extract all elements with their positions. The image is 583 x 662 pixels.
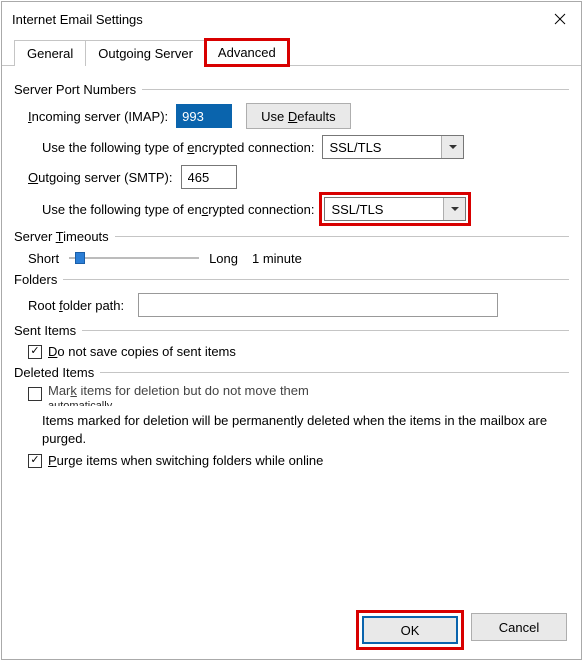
root-folder-input[interactable]	[138, 293, 498, 317]
divider	[100, 372, 569, 373]
row-outgoing-encryption: Use the following type of encrypted conn…	[42, 195, 569, 223]
row-incoming-encryption: Use the following type of encrypted conn…	[42, 135, 569, 159]
use-defaults-button[interactable]: Use Defaults	[246, 103, 350, 129]
dialog-button-row: OK Cancel	[2, 603, 581, 659]
purge-label: Purge items when switching folders while…	[48, 453, 323, 468]
row-incoming-port: Incoming server (IMAP): Use Defaults	[28, 103, 569, 129]
row-timeout-slider: Short Long 1 minute	[28, 250, 569, 266]
group-folders: Folders	[14, 272, 569, 287]
do-not-save-sent-checkbox[interactable]	[28, 345, 42, 359]
window-title: Internet Email Settings	[12, 12, 539, 27]
divider	[115, 236, 569, 237]
group-label: Server Port Numbers	[14, 82, 136, 97]
row-outgoing-port: Outgoing server (SMTP):	[28, 165, 569, 189]
titlebar: Internet Email Settings	[2, 2, 581, 36]
tab-bar: General Outgoing Server Advanced	[2, 36, 581, 66]
slider-thumb[interactable]	[75, 252, 85, 264]
mark-for-deletion-checkbox[interactable]	[28, 387, 42, 401]
highlight-box: OK	[359, 613, 461, 647]
highlight-box: SSL/TLS	[322, 195, 468, 223]
group-label: Deleted Items	[14, 365, 94, 380]
group-sent-items: Sent Items	[14, 323, 569, 338]
outgoing-server-label: Outgoing server (SMTP):	[28, 170, 173, 185]
incoming-encryption-label: Use the following type of encrypted conn…	[42, 140, 314, 155]
outgoing-port-input[interactable]	[181, 165, 237, 189]
tab-general[interactable]: General	[14, 40, 86, 66]
mark-for-deletion-label: Mark items for deletion but do not move …	[48, 386, 309, 398]
row-mark-for-deletion: Mark items for deletion but do not move …	[28, 386, 569, 406]
chevron-down-icon	[441, 136, 463, 158]
slider-short-label: Short	[28, 251, 59, 266]
root-folder-label: Root folder path:	[28, 298, 124, 313]
tab-content: Server Port Numbers Incoming server (IMA…	[2, 66, 581, 603]
incoming-server-label: Incoming server (IMAP):	[28, 109, 168, 124]
incoming-port-input[interactable]	[176, 104, 232, 128]
ok-button[interactable]: OK	[362, 616, 458, 644]
select-value: SSL/TLS	[323, 140, 441, 155]
group-server-timeouts: Server Timeouts	[14, 229, 569, 244]
slider-track	[69, 257, 199, 259]
dialog-window: Internet Email Settings General Outgoing…	[1, 1, 582, 660]
incoming-encryption-select[interactable]: SSL/TLS	[322, 135, 464, 159]
outgoing-encryption-label: Use the following type of encrypted conn…	[42, 202, 314, 217]
timeout-value: 1 minute	[252, 251, 302, 266]
mark-for-deletion-label-line2: automatically	[48, 400, 112, 406]
group-server-port-numbers: Server Port Numbers	[14, 82, 569, 97]
group-label: Folders	[14, 272, 57, 287]
close-button[interactable]	[539, 2, 581, 36]
timeout-slider[interactable]	[69, 250, 199, 266]
tab-advanced[interactable]: Advanced	[205, 39, 289, 66]
group-deleted-items: Deleted Items	[14, 365, 569, 380]
chevron-down-icon	[443, 198, 465, 220]
divider	[82, 330, 569, 331]
row-do-not-save-sent: Do not save copies of sent items	[28, 344, 569, 359]
select-value: SSL/TLS	[325, 202, 443, 217]
group-label: Server Timeouts	[14, 229, 109, 244]
outgoing-encryption-select[interactable]: SSL/TLS	[324, 197, 466, 221]
divider	[63, 279, 569, 280]
do-not-save-sent-label: Do not save copies of sent items	[48, 344, 236, 359]
row-root-folder: Root folder path:	[28, 293, 569, 317]
tab-outgoing-server[interactable]: Outgoing Server	[85, 40, 206, 66]
slider-long-label: Long	[209, 251, 238, 266]
close-icon	[554, 13, 566, 25]
divider	[142, 89, 569, 90]
group-label: Sent Items	[14, 323, 76, 338]
deletion-note: Items marked for deletion will be perman…	[42, 412, 569, 447]
purge-checkbox[interactable]	[28, 454, 42, 468]
cancel-button[interactable]: Cancel	[471, 613, 567, 641]
row-purge: Purge items when switching folders while…	[28, 453, 569, 468]
